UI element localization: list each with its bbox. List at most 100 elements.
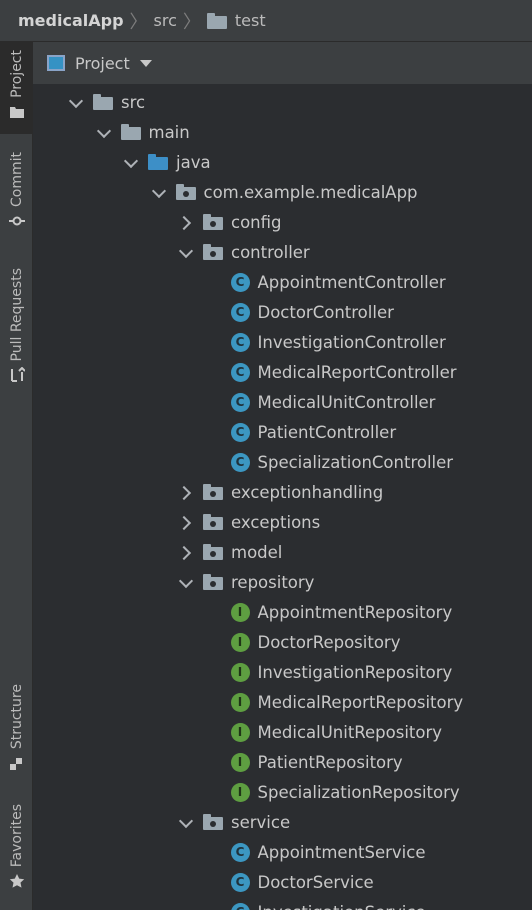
chevron-down-icon[interactable] bbox=[97, 125, 111, 139]
tree-node[interactable]: C MedicalUnitController bbox=[33, 387, 532, 417]
tree-node[interactable]: model bbox=[33, 537, 532, 567]
commit-tool-button[interactable]: Commit bbox=[0, 152, 33, 229]
project-view-selector[interactable]: Project bbox=[75, 54, 130, 73]
breadcrumb-src-label: src bbox=[153, 11, 177, 30]
tree-node-label: exceptions bbox=[231, 512, 321, 532]
tree-node-label: DoctorRepository bbox=[257, 632, 401, 652]
tree-node[interactable]: I MedicalReportRepository bbox=[33, 687, 532, 717]
tree-node[interactable]: I InvestigationRepository bbox=[33, 657, 532, 687]
tree-node-label: MedicalUnitController bbox=[257, 392, 436, 412]
chevron-right-icon: 〉 bbox=[129, 11, 148, 33]
chevron-down-icon[interactable] bbox=[179, 815, 193, 829]
package-icon bbox=[203, 484, 223, 500]
chevron-down-icon[interactable] bbox=[69, 95, 83, 109]
class-icon: C bbox=[230, 272, 250, 292]
breadcrumb-test[interactable]: test bbox=[206, 11, 266, 30]
project-tree: src main java com.example.medicalApp config c… bbox=[33, 84, 532, 910]
chevron-down-icon[interactable] bbox=[139, 59, 152, 67]
tree-node[interactable]: src bbox=[33, 87, 532, 117]
tree-node-label: InvestigationService bbox=[258, 903, 426, 910]
chevron-down-icon[interactable] bbox=[179, 575, 193, 589]
package-icon bbox=[203, 574, 223, 590]
tree-node-label: main bbox=[148, 122, 190, 142]
breadcrumb-project[interactable]: medicalApp bbox=[18, 11, 124, 30]
tree-node[interactable]: C AppointmentController bbox=[33, 267, 532, 297]
tree-node[interactable]: C PatientController bbox=[33, 417, 532, 447]
chevron-down-icon[interactable] bbox=[152, 185, 166, 199]
chevron-down-icon[interactable] bbox=[179, 245, 193, 259]
tree-node[interactable]: I DoctorRepository bbox=[33, 627, 532, 657]
tree-node[interactable]: java bbox=[33, 147, 532, 177]
tree-node[interactable]: controller bbox=[33, 237, 532, 267]
package-icon bbox=[175, 184, 196, 200]
folder-icon bbox=[9, 106, 24, 118]
tree-node[interactable]: C SpecializationController bbox=[33, 447, 532, 477]
tree-node[interactable]: main bbox=[33, 117, 532, 147]
commit-tool-label: Commit bbox=[8, 152, 25, 207]
tree-node-label: AppointmentService bbox=[257, 842, 426, 862]
tree-node-label: model bbox=[231, 542, 283, 562]
interface-icon: I bbox=[230, 662, 250, 682]
navigation-breadcrumb: medicalApp 〉 src 〉 test bbox=[0, 0, 532, 42]
tree-node-label: SpecializationRepository bbox=[257, 782, 460, 802]
class-icon: C bbox=[230, 392, 250, 412]
tree-node[interactable]: com.example.medicalApp bbox=[33, 177, 532, 207]
interface-icon: I bbox=[230, 692, 250, 712]
project-tool-label: Project bbox=[8, 50, 25, 98]
class-icon: C bbox=[230, 452, 250, 472]
pull-requests-tool-button[interactable]: Pull Requests bbox=[0, 268, 33, 383]
tree-node-label: MedicalReportController bbox=[257, 362, 457, 382]
structure-tool-button[interactable]: Structure bbox=[0, 684, 33, 771]
tree-node-label: PatientRepository bbox=[257, 752, 403, 772]
structure-tool-label: Structure bbox=[8, 684, 25, 750]
chevron-right-icon[interactable] bbox=[179, 485, 193, 499]
project-tool-button[interactable]: Project bbox=[0, 42, 33, 134]
tree-node[interactable]: C DoctorController bbox=[33, 297, 532, 327]
class-icon: C bbox=[230, 332, 250, 352]
tree-node-label: AppointmentController bbox=[257, 272, 446, 292]
tree-node-label: src bbox=[121, 92, 146, 112]
tree-node[interactable]: I MedicalUnitRepository bbox=[33, 717, 532, 747]
tool-window-stripe: Project Commit Pull Requests Structure F… bbox=[0, 42, 33, 910]
folder-icon bbox=[206, 12, 227, 29]
tree-node[interactable]: C AppointmentService bbox=[33, 837, 532, 867]
tree-node[interactable]: exceptionhandling bbox=[33, 477, 532, 507]
tree-node[interactable]: I SpecializationRepository bbox=[33, 777, 532, 807]
tree-node-label: config bbox=[231, 212, 282, 232]
chevron-down-icon[interactable] bbox=[124, 155, 138, 169]
chevron-right-icon[interactable] bbox=[179, 215, 193, 229]
class-icon: C bbox=[230, 302, 250, 322]
chevron-right-icon[interactable] bbox=[179, 545, 193, 559]
breadcrumb-separator: 〉 bbox=[124, 8, 154, 34]
tree-node-label: MedicalUnitRepository bbox=[257, 722, 443, 742]
breadcrumb-test-label: test bbox=[234, 11, 266, 30]
class-icon: C bbox=[230, 902, 250, 910]
chevron-right-icon[interactable] bbox=[179, 515, 193, 529]
interface-icon: I bbox=[230, 602, 250, 622]
tree-node[interactable]: C DoctorService bbox=[33, 867, 532, 897]
class-icon: C bbox=[230, 872, 250, 892]
tree-node[interactable]: I AppointmentRepository bbox=[33, 597, 532, 627]
tree-node[interactable]: config bbox=[33, 207, 532, 237]
tree-node-label: controller bbox=[231, 242, 310, 262]
package-icon bbox=[203, 814, 223, 830]
tree-node-label: service bbox=[231, 812, 291, 832]
project-view-icon bbox=[47, 55, 65, 71]
tree-node[interactable]: I PatientRepository bbox=[33, 747, 532, 777]
project-panel-header: Project bbox=[33, 42, 532, 84]
source-folder-icon bbox=[148, 154, 168, 170]
breadcrumb-src[interactable]: src bbox=[154, 11, 177, 30]
chevron-right-icon: 〉 bbox=[182, 11, 201, 33]
tree-node-label: MedicalReportRepository bbox=[257, 692, 464, 712]
folder-icon bbox=[120, 124, 141, 140]
tree-node[interactable]: C InvestigationController bbox=[33, 327, 532, 357]
tree-node[interactable]: C MedicalReportController bbox=[33, 357, 532, 387]
tree-node[interactable]: exceptions bbox=[33, 507, 532, 537]
favorites-tool-button[interactable]: Favorites bbox=[0, 804, 33, 889]
tree-node[interactable]: service bbox=[33, 807, 532, 837]
tree-node[interactable]: repository bbox=[33, 567, 532, 597]
commit-icon bbox=[8, 216, 25, 226]
tree-node-label: exceptionhandling bbox=[231, 482, 384, 502]
tree-node[interactable]: C InvestigationService bbox=[33, 897, 532, 910]
tree-node-label: InvestigationController bbox=[257, 332, 446, 352]
